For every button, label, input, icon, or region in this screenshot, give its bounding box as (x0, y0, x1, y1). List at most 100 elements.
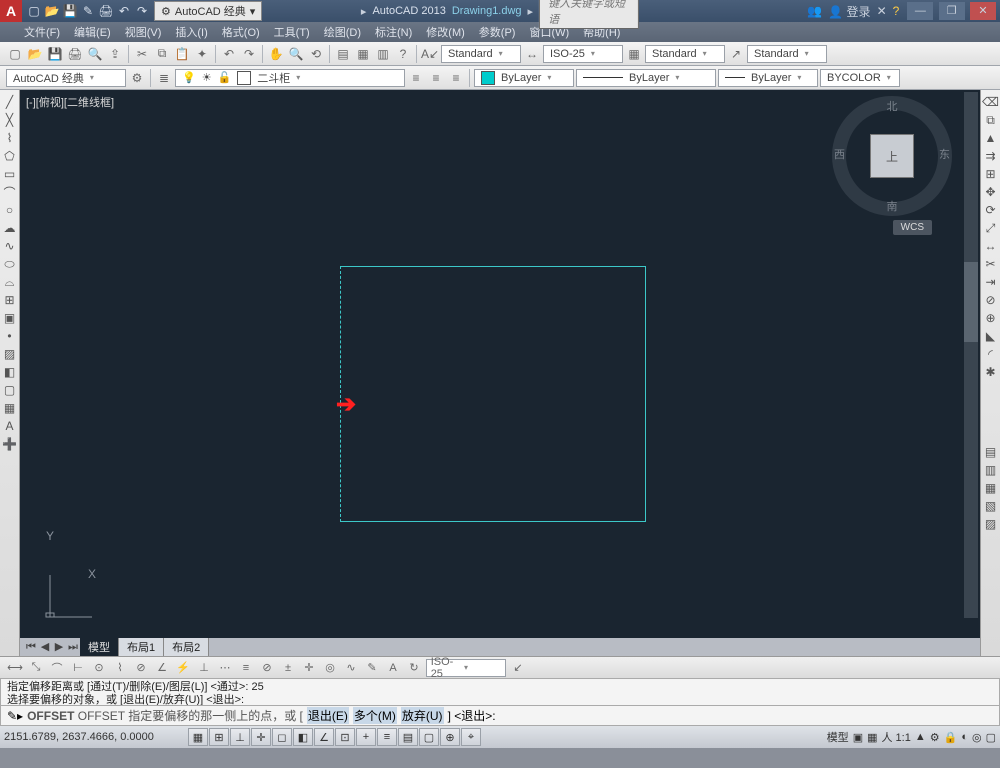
block-icon[interactable]: ▣ (2, 310, 18, 326)
copy-icon[interactable]: ⧉ (983, 112, 999, 128)
tab-prev-icon[interactable]: ◀ (38, 640, 52, 653)
dyn-toggle[interactable]: + (356, 728, 376, 746)
menu-insert[interactable]: 插入(I) (169, 22, 213, 42)
orbit-icon[interactable]: ⟲ (307, 45, 325, 63)
join-icon[interactable]: ⊕ (983, 310, 999, 326)
qat-open-icon[interactable]: 📂 (44, 3, 60, 19)
layout-nav-icon[interactable]: ▣ (853, 731, 863, 744)
dim-tedit-icon[interactable]: A (384, 660, 402, 676)
dim-jog-icon[interactable]: ⌇ (111, 660, 129, 676)
pline-icon[interactable]: ⌇ (2, 130, 18, 146)
qat-undo-icon[interactable]: ↶ (116, 3, 132, 19)
viewcube-top[interactable]: 上 (870, 134, 914, 178)
offset-icon[interactable]: ⇉ (983, 148, 999, 164)
tool-icon[interactable]: ▦ (354, 45, 372, 63)
ducs-toggle[interactable]: ⊡ (335, 728, 355, 746)
rotate-icon[interactable]: ⟳ (983, 202, 999, 218)
otrack-toggle[interactable]: ∠ (314, 728, 334, 746)
dim-edit-icon[interactable]: ✎ (363, 660, 381, 676)
line-icon[interactable]: ╱ (2, 94, 18, 110)
dim-base-icon[interactable]: ⊥ (195, 660, 213, 676)
exchange-icon[interactable]: ✕ (877, 4, 887, 18)
wcs-badge[interactable]: WCS (893, 220, 932, 235)
pan-icon[interactable]: ✋ (267, 45, 285, 63)
mtext-icon[interactable]: A (2, 418, 18, 434)
view-cube[interactable]: 北 南 西 东 上 (832, 96, 952, 216)
drawing-canvas[interactable]: [-][俯视][二维线框] ➔ YX 北 南 西 东 上 WCS (20, 90, 980, 638)
trim-icon[interactable]: ✂ (983, 256, 999, 272)
qp-toggle[interactable]: ▢ (419, 728, 439, 746)
help-icon[interactable]: ? (893, 4, 900, 18)
gear-icon[interactable]: ⚙ (128, 69, 146, 87)
palette-icon[interactable]: ▦ (983, 480, 999, 496)
ucs-icon[interactable]: YX (36, 569, 96, 622)
ws-switch-icon[interactable]: ⚙ (930, 731, 940, 744)
zoom-icon[interactable]: 🔍 (287, 45, 305, 63)
arc-icon[interactable]: ⌒ (2, 184, 18, 200)
palette-icon[interactable]: ▨ (983, 516, 999, 532)
qat-save-icon[interactable]: 💾 (62, 3, 78, 19)
palette-icon[interactable]: ▤ (983, 444, 999, 460)
layer-tool-icon[interactable]: ≡ (407, 69, 425, 87)
region-icon[interactable]: ▢ (2, 382, 18, 398)
dim-break-icon[interactable]: ⊘ (258, 660, 276, 676)
sc-toggle[interactable]: ⊕ (440, 728, 460, 746)
maximize-button[interactable]: ❐ (939, 2, 965, 20)
signin-button[interactable]: 👤 登录 (828, 3, 870, 20)
open-icon[interactable]: 📂 (26, 45, 44, 63)
am-toggle[interactable]: ⌖ (461, 728, 481, 746)
dimstyle-dropdown[interactable]: ISO-25▾ (543, 45, 623, 63)
linetype-dropdown[interactable]: ByLayer▾ (576, 69, 716, 87)
explode-icon[interactable]: ✱ (983, 364, 999, 380)
cmd-option-exit[interactable]: 退出(E) (307, 707, 349, 724)
table-icon[interactable]: ▦ (2, 400, 18, 416)
viewport-label[interactable]: [-][俯视][二维线框] (26, 94, 114, 110)
qat-redo-icon[interactable]: ↷ (134, 3, 150, 19)
polar-toggle[interactable]: ✛ (251, 728, 271, 746)
workspace-dropdown[interactable]: ⚙ AutoCAD 经典 ▾ (154, 1, 262, 21)
lock-ui-icon[interactable]: 🔒 (944, 731, 958, 744)
ellipse-icon[interactable]: ⬭ (2, 256, 18, 272)
scale-icon[interactable]: ⤢ (983, 220, 999, 236)
dim-style-icon[interactable]: ↙ (509, 660, 527, 676)
grid-toggle[interactable]: ⊞ (209, 728, 229, 746)
dim-aligned-icon[interactable]: ⤡ (27, 660, 45, 676)
modelspace-button[interactable]: 模型 (827, 729, 849, 745)
quickview-icon[interactable]: ▦ (867, 731, 877, 744)
qat-new-icon[interactable]: ▢ (26, 3, 42, 19)
app-logo[interactable]: A (0, 0, 22, 22)
viewcube-east[interactable]: 东 (939, 146, 950, 162)
vertical-scrollbar[interactable] (964, 92, 978, 618)
dim-space-icon[interactable]: ≡ (237, 660, 255, 676)
erase-icon[interactable]: ⌫ (983, 94, 999, 110)
dim-dia-icon[interactable]: ⊘ (132, 660, 150, 676)
dim-cont-icon[interactable]: ⋯ (216, 660, 234, 676)
isolate-icon[interactable]: ◎ (972, 731, 982, 744)
textstyle-icon[interactable]: A↙ (421, 45, 439, 63)
plot-icon[interactable]: 🖨 (66, 45, 84, 63)
mirror-icon[interactable]: ▲ (983, 130, 999, 146)
new-icon[interactable]: ▢ (6, 45, 24, 63)
tablestyle-dropdown[interactable]: Standard▾ (645, 45, 725, 63)
dim-arc-icon[interactable]: ⌒ (48, 660, 66, 676)
ellipsearc-icon[interactable]: ⌓ (2, 274, 18, 290)
cmd-option-multiple[interactable]: 多个(M) (353, 707, 397, 724)
circle-icon[interactable]: ○ (2, 202, 18, 218)
layer-tool-icon[interactable]: ≡ (427, 69, 445, 87)
tab-layout1[interactable]: 布局1 (119, 638, 164, 656)
hardware-icon[interactable]: ◐ (961, 731, 968, 743)
dimstyle-icon[interactable]: ↔ (523, 45, 541, 63)
viewcube-south[interactable]: 南 (832, 198, 952, 214)
tpy-toggle[interactable]: ▤ (398, 728, 418, 746)
tab-layout2[interactable]: 布局2 (164, 638, 209, 656)
chamfer-icon[interactable]: ◣ (983, 328, 999, 344)
annoscale-button[interactable]: 人 1:1 (882, 729, 911, 745)
annovis-icon[interactable]: ▲ (915, 731, 926, 743)
search-input[interactable]: 键入关键字或短语 (539, 0, 639, 29)
dim-center-icon[interactable]: ✛ (300, 660, 318, 676)
menu-edit[interactable]: 编辑(E) (68, 22, 117, 42)
copy-icon[interactable]: ⧉ (153, 45, 171, 63)
viewcube-north[interactable]: 北 (832, 98, 952, 114)
fillet-icon[interactable]: ◜ (983, 346, 999, 362)
paste-icon[interactable]: 📋 (173, 45, 191, 63)
